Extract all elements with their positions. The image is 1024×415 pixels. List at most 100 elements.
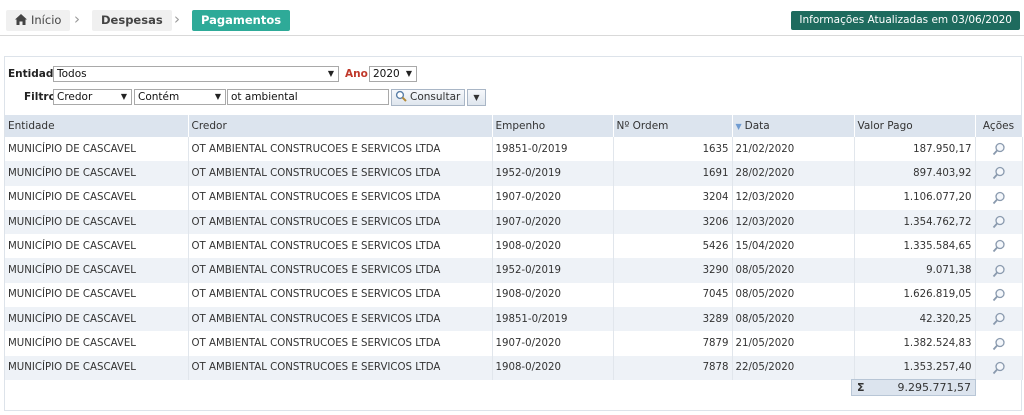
- magnifier-icon: [395, 90, 407, 102]
- cell-credor: OT AMBIENTAL CONSTRUCOES E SERVICOS LTDA: [187, 282, 493, 308]
- cell-empenho: 1907-0/2020: [491, 331, 614, 356]
- breadcrumb-home[interactable]: Início: [6, 10, 71, 31]
- cell-valor: 897.403,92: [853, 161, 976, 186]
- cell-valor: 1.353.257,40: [853, 355, 976, 380]
- magnifier-icon[interactable]: [992, 239, 1006, 253]
- cell-acoes: [974, 161, 1023, 186]
- table-header-row: Entidade Credor Empenho Nº Ordem ▼ Data V…: [5, 115, 1023, 137]
- magnifier-icon[interactable]: [992, 264, 1006, 278]
- cell-ordem: 3289: [613, 307, 733, 332]
- table-row[interactable]: MUNICÍPIO DE CASCAVEL OT AMBIENTAL CONSTR…: [5, 307, 1023, 332]
- cell-acoes: [974, 234, 1023, 259]
- cell-ordem: 3206: [613, 209, 733, 235]
- table-row[interactable]: MUNICÍPIO DE CASCAVEL OT AMBIENTAL CONSTR…: [5, 137, 1023, 162]
- filter-bar: Entidade: Todos ▼ Ano: 2020 ▼ Filtro: Cr…: [5, 57, 1021, 115]
- entidade-select-value: Todos: [57, 68, 87, 80]
- cell-entidade: MUNICÍPIO DE CASCAVEL: [5, 307, 189, 332]
- ano-label: Ano:: [345, 68, 373, 80]
- cell-data: 22/05/2020: [732, 355, 855, 380]
- cell-valor: 9.071,38: [853, 258, 976, 283]
- caret-down-icon: ▼: [405, 69, 412, 78]
- magnifier-icon[interactable]: [992, 142, 1006, 156]
- magnifier-icon[interactable]: [992, 337, 1006, 351]
- cell-data: 08/05/2020: [732, 282, 855, 308]
- breadcrumb-pagamentos[interactable]: Pagamentos: [192, 10, 291, 31]
- breadcrumb-home-label: Início: [31, 13, 62, 27]
- cell-acoes: [974, 355, 1023, 380]
- filter-operator-select[interactable]: Contém ▼: [134, 89, 226, 105]
- table-row[interactable]: MUNICÍPIO DE CASCAVEL OT AMBIENTAL CONSTR…: [5, 161, 1023, 186]
- cell-acoes: [974, 258, 1023, 283]
- magnifier-icon[interactable]: [992, 191, 1006, 205]
- header-ordem[interactable]: Nº Ordem: [613, 115, 733, 137]
- header-data-label: Data: [744, 120, 770, 132]
- cell-ordem: 1691: [613, 161, 733, 186]
- table-row[interactable]: MUNICÍPIO DE CASCAVEL OT AMBIENTAL CONSTR…: [5, 209, 1023, 235]
- cell-data: 21/05/2020: [732, 331, 855, 356]
- caret-down-icon: ▼: [214, 92, 221, 101]
- cell-ordem: 1635: [613, 137, 733, 162]
- cell-empenho: 1908-0/2020: [491, 282, 614, 308]
- cell-credor: OT AMBIENTAL CONSTRUCOES E SERVICOS LTDA: [187, 185, 493, 210]
- cell-valor: 187.950,17: [853, 137, 976, 162]
- cell-empenho: 19851-0/2019: [491, 307, 614, 332]
- consultar-dropdown-button[interactable]: ▼: [467, 89, 486, 106]
- magnifier-icon[interactable]: [992, 215, 1006, 229]
- cell-empenho: 1907-0/2020: [491, 185, 614, 210]
- magnifier-icon[interactable]: [992, 361, 1006, 375]
- cell-acoes: [974, 185, 1023, 210]
- header-entidade[interactable]: Entidade: [5, 115, 189, 137]
- entidade-select[interactable]: Todos ▼: [53, 66, 339, 82]
- cell-acoes: [974, 307, 1023, 332]
- consultar-button[interactable]: Consultar: [391, 89, 465, 106]
- table-row[interactable]: MUNICÍPIO DE CASCAVEL OT AMBIENTAL CONSTR…: [5, 258, 1023, 283]
- cell-ordem: 7045: [613, 282, 733, 308]
- header-valor[interactable]: Valor Pago: [853, 115, 976, 137]
- cell-ordem: 3290: [613, 258, 733, 283]
- header-acoes: Ações: [974, 115, 1023, 137]
- sum-symbol: Σ: [857, 381, 865, 394]
- cell-entidade: MUNICÍPIO DE CASCAVEL: [5, 137, 189, 162]
- payments-panel: Entidade: Todos ▼ Ano: 2020 ▼ Filtro: Cr…: [4, 56, 1023, 411]
- breadcrumb-despesas[interactable]: Despesas: [92, 10, 172, 31]
- cell-entidade: MUNICÍPIO DE CASCAVEL: [5, 161, 189, 186]
- header-data[interactable]: ▼ Data: [732, 115, 855, 137]
- cell-credor: OT AMBIENTAL CONSTRUCOES E SERVICOS LTDA: [187, 307, 493, 332]
- cell-ordem: 7879: [613, 331, 733, 356]
- cell-credor: OT AMBIENTAL CONSTRUCOES E SERVICOS LTDA: [187, 209, 493, 235]
- cell-acoes: [974, 209, 1023, 235]
- filter-field-select[interactable]: Credor ▼: [53, 89, 132, 105]
- filter-operator-value: Contém: [138, 91, 180, 103]
- caret-down-icon: ▼: [473, 93, 480, 102]
- sort-desc-icon: ▼: [735, 122, 742, 131]
- cell-data: 28/02/2020: [732, 161, 855, 186]
- cell-valor: 1.106.077,20: [853, 185, 976, 210]
- payments-table: Entidade Credor Empenho Nº Ordem ▼ Data V…: [5, 115, 1023, 380]
- cell-acoes: [974, 331, 1023, 356]
- cell-acoes: [974, 282, 1023, 308]
- cell-valor: 42.320,25: [853, 307, 976, 332]
- cell-data: 08/05/2020: [732, 307, 855, 332]
- cell-credor: OT AMBIENTAL CONSTRUCOES E SERVICOS LTDA: [187, 331, 493, 356]
- cell-credor: OT AMBIENTAL CONSTRUCOES E SERVICOS LTDA: [187, 258, 493, 283]
- cell-entidade: MUNICÍPIO DE CASCAVEL: [5, 331, 189, 356]
- header-empenho[interactable]: Empenho: [491, 115, 614, 137]
- table-row[interactable]: MUNICÍPIO DE CASCAVEL OT AMBIENTAL CONSTR…: [5, 282, 1023, 308]
- cell-credor: OT AMBIENTAL CONSTRUCOES E SERVICOS LTDA: [187, 355, 493, 380]
- table-row[interactable]: MUNICÍPIO DE CASCAVEL OT AMBIENTAL CONSTR…: [5, 185, 1023, 210]
- table-row[interactable]: MUNICÍPIO DE CASCAVEL OT AMBIENTAL CONSTR…: [5, 234, 1023, 259]
- search-input[interactable]: ot ambiental: [227, 89, 389, 105]
- table-row[interactable]: MUNICÍPIO DE CASCAVEL OT AMBIENTAL CONSTR…: [5, 331, 1023, 356]
- ano-select[interactable]: 2020 ▼: [369, 66, 417, 82]
- table-row[interactable]: MUNICÍPIO DE CASCAVEL OT AMBIENTAL CONSTR…: [5, 355, 1023, 380]
- cell-entidade: MUNICÍPIO DE CASCAVEL: [5, 209, 189, 235]
- header-credor[interactable]: Credor: [187, 115, 493, 137]
- magnifier-icon[interactable]: [992, 312, 1006, 326]
- cell-empenho: 1908-0/2020: [491, 355, 614, 380]
- home-icon: [15, 14, 27, 25]
- magnifier-icon[interactable]: [992, 288, 1006, 302]
- cell-data: 21/02/2020: [732, 137, 855, 162]
- cell-data: 15/04/2020: [732, 234, 855, 259]
- cell-valor: 1.626.819,05: [853, 282, 976, 308]
- magnifier-icon[interactable]: [992, 166, 1006, 180]
